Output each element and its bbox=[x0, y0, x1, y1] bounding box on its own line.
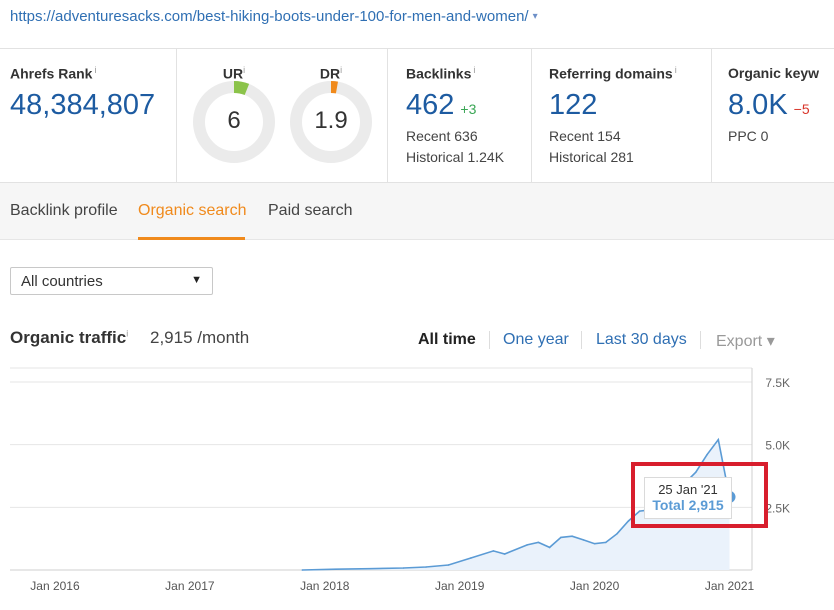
data-point bbox=[717, 438, 720, 441]
data-point bbox=[492, 550, 495, 552]
data-point bbox=[447, 564, 450, 566]
range-one-year[interactable]: One year bbox=[503, 331, 569, 349]
data-point bbox=[425, 566, 427, 568]
data-point bbox=[368, 567, 371, 570]
data-point bbox=[402, 567, 405, 569]
x-tick-label: Jan 2016 bbox=[30, 579, 80, 593]
info-icon[interactable]: i bbox=[94, 65, 96, 75]
referring-domains-title: Referring domains i bbox=[549, 65, 677, 82]
organic-keywords-card: Organic keyw 8.0K −5 PPC 0 bbox=[712, 49, 834, 184]
info-icon[interactable]: i bbox=[473, 65, 475, 75]
highlight-annotation-box bbox=[631, 462, 768, 528]
organic-keywords-title: Organic keyw bbox=[728, 65, 820, 81]
backlinks-value[interactable]: 462 +3 bbox=[406, 89, 476, 122]
ppc-value: PPC 0 bbox=[728, 128, 769, 144]
ur-dr-card: URi 6 DRi 1.9 bbox=[177, 49, 388, 184]
active-tab-indicator bbox=[138, 237, 245, 240]
dr-value: 1.9 bbox=[314, 107, 348, 134]
country-select[interactable]: All countries ▼ bbox=[10, 267, 213, 295]
organic-traffic-title: Organic traffici bbox=[10, 328, 129, 347]
ur-label: URi bbox=[222, 65, 246, 82]
range-last-30-days[interactable]: Last 30 days bbox=[596, 331, 687, 349]
referring-domains-historical: Historical 281 bbox=[549, 149, 634, 165]
caret-down-icon: ▼ bbox=[191, 274, 202, 286]
range-separator bbox=[581, 331, 582, 349]
referring-domains-value[interactable]: 122 bbox=[549, 89, 597, 122]
backlinks-recent: Recent 636 bbox=[406, 128, 478, 144]
metrics-panel: Ahrefs Rank i 48,384,807 URi 6 DRi 1.9 Ba… bbox=[0, 48, 834, 184]
tab-paid-search[interactable]: Paid search bbox=[268, 202, 353, 220]
data-point bbox=[627, 520, 630, 522]
range-all-time[interactable]: All time bbox=[418, 331, 476, 349]
x-tick-label: Jan 2020 bbox=[570, 579, 620, 593]
ur-value: 6 bbox=[227, 107, 241, 134]
data-point bbox=[470, 557, 472, 559]
organic-keywords-value[interactable]: 8.0K −5 bbox=[728, 89, 810, 122]
organic-traffic-value: 2,915 /month bbox=[150, 328, 250, 347]
ahrefs-rank-card: Ahrefs Rank i 48,384,807 bbox=[0, 49, 177, 184]
data-point bbox=[616, 532, 618, 535]
x-tick-label: Jan 2018 bbox=[300, 579, 350, 593]
backlinks-historical: Historical 1.24K bbox=[406, 149, 505, 165]
ahrefs-rank-value: 48,384,807 bbox=[10, 89, 156, 121]
dr-label: DRi bbox=[319, 65, 343, 82]
url-text[interactable]: https://adventuresacks.com/best-hiking-b… bbox=[10, 8, 529, 25]
data-point bbox=[582, 539, 585, 541]
ahrefs-rank-title: Ahrefs Rank i bbox=[10, 65, 97, 82]
info-icon[interactable]: i bbox=[126, 328, 128, 338]
data-point bbox=[301, 569, 304, 571]
organic-keywords-delta: −5 bbox=[793, 101, 810, 117]
x-tick-label: Jan 2021 bbox=[705, 579, 755, 593]
backlinks-title: Backlinks i bbox=[406, 65, 476, 82]
tab-backlink-profile[interactable]: Backlink profile bbox=[10, 202, 118, 220]
data-point bbox=[537, 541, 540, 544]
export-button[interactable]: Export ▾ bbox=[716, 331, 775, 351]
info-icon[interactable]: i bbox=[243, 65, 245, 75]
x-tick-label: Jan 2017 bbox=[165, 579, 215, 593]
country-select-value: All countries bbox=[21, 273, 103, 290]
backlinks-delta: +3 bbox=[460, 101, 477, 117]
y-tick-label: 5.0K bbox=[765, 439, 790, 453]
backlinks-card: Backlinks i 462 +3 Recent 636 Historical 1… bbox=[388, 49, 532, 184]
report-tabs: Backlink profile Organic search Paid sea… bbox=[0, 183, 834, 240]
y-tick-label: 2.5K bbox=[765, 501, 790, 515]
ur-gauge: URi 6 bbox=[192, 65, 276, 163]
data-point bbox=[526, 544, 528, 546]
data-point bbox=[560, 536, 562, 539]
info-icon[interactable]: i bbox=[340, 65, 342, 75]
range-separator bbox=[489, 331, 490, 349]
x-tick-label: Jan 2019 bbox=[435, 579, 485, 593]
data-point bbox=[548, 546, 551, 549]
data-point bbox=[706, 453, 708, 456]
tab-organic-search[interactable]: Organic search bbox=[138, 202, 247, 220]
data-point bbox=[605, 541, 607, 544]
info-icon[interactable]: i bbox=[675, 65, 677, 75]
data-point bbox=[593, 542, 596, 545]
dr-gauge: DRi 1.9 bbox=[289, 65, 373, 163]
chevron-down-icon[interactable]: ▾ bbox=[533, 11, 538, 22]
data-point bbox=[503, 553, 506, 555]
data-point bbox=[335, 568, 337, 571]
url-bar[interactable]: https://adventuresacks.com/best-hiking-b… bbox=[10, 8, 538, 25]
range-separator bbox=[700, 331, 701, 349]
referring-domains-card: Referring domains i 122 Recent 154 Histor… bbox=[532, 49, 712, 184]
data-point bbox=[571, 535, 573, 537]
y-tick-label: 7.5K bbox=[765, 376, 790, 390]
referring-domains-recent: Recent 154 bbox=[549, 128, 621, 144]
